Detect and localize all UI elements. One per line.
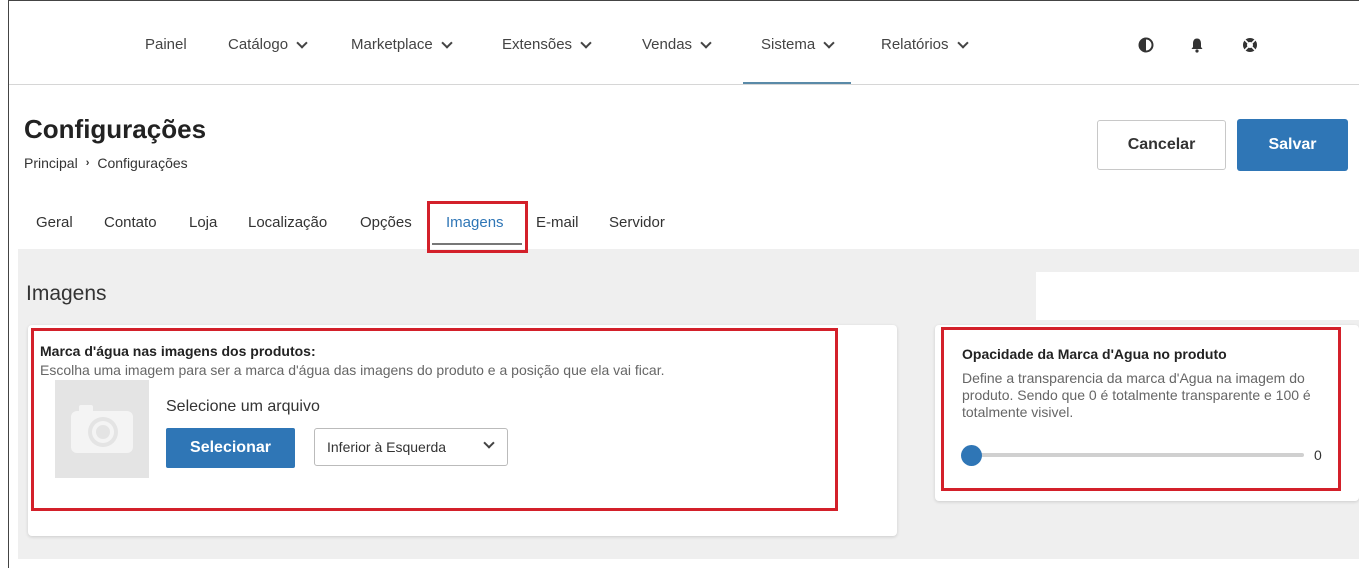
nav-label: Relatórios: [881, 36, 949, 53]
save-button[interactable]: Salvar: [1237, 119, 1348, 171]
highlight-box-tab: [427, 201, 528, 253]
chevron-down-icon: [296, 36, 308, 49]
nav-label: Marketplace: [351, 36, 433, 53]
breadcrumb-separator-icon: ›: [85, 157, 90, 169]
nav-painel[interactable]: Painel: [145, 36, 187, 53]
chevron-down-icon: [580, 36, 592, 49]
tab-servidor[interactable]: Servidor: [609, 214, 665, 231]
tab-geral[interactable]: Geral: [36, 214, 73, 231]
breadcrumb-item-principal[interactable]: Principal: [24, 155, 78, 171]
nav-label: Catálogo: [228, 36, 289, 53]
chevron-down-icon: [700, 36, 712, 49]
tab-localizacao[interactable]: Localização: [248, 214, 327, 231]
nav-label: Sistema: [761, 36, 816, 53]
nav-relatorios[interactable]: Relatórios: [881, 36, 969, 53]
page-title: Configurações: [24, 114, 207, 144]
nav-catalogo[interactable]: Catálogo: [228, 36, 308, 53]
chevron-down-icon: [441, 36, 453, 49]
nav-label: Extensões: [502, 36, 573, 53]
tab-email[interactable]: E-mail: [536, 214, 579, 231]
contrast-icon[interactable]: [1138, 37, 1154, 53]
nav-marketplace[interactable]: Marketplace: [351, 36, 453, 53]
breadcrumb-item-configuracoes[interactable]: Configurações: [97, 155, 187, 171]
tab-contato[interactable]: Contato: [104, 214, 157, 231]
tab-opcoes[interactable]: Opções: [360, 214, 412, 231]
breadcrumb: Principal › Configurações: [24, 155, 188, 171]
tab-loja[interactable]: Loja: [189, 214, 217, 231]
chevron-down-icon: [823, 36, 835, 49]
cancel-button[interactable]: Cancelar: [1097, 120, 1226, 170]
nav-vendas[interactable]: Vendas: [642, 36, 712, 53]
section-title: Imagens: [26, 282, 107, 305]
nav-extensoes[interactable]: Extensões: [502, 36, 592, 53]
highlight-box-watermark: [31, 328, 838, 511]
chevron-down-icon: [956, 36, 969, 49]
frame-left-border: [8, 0, 9, 568]
nav-sistema[interactable]: Sistema: [761, 36, 835, 53]
nav-label: Vendas: [642, 36, 693, 53]
help-icon[interactable]: [1242, 37, 1258, 53]
nav-active-indicator: [743, 82, 851, 84]
nav-label: Painel: [145, 36, 187, 53]
bell-icon[interactable]: [1189, 37, 1205, 53]
content-white-patch: [1036, 272, 1359, 320]
highlight-box-opacity: [941, 327, 1341, 491]
